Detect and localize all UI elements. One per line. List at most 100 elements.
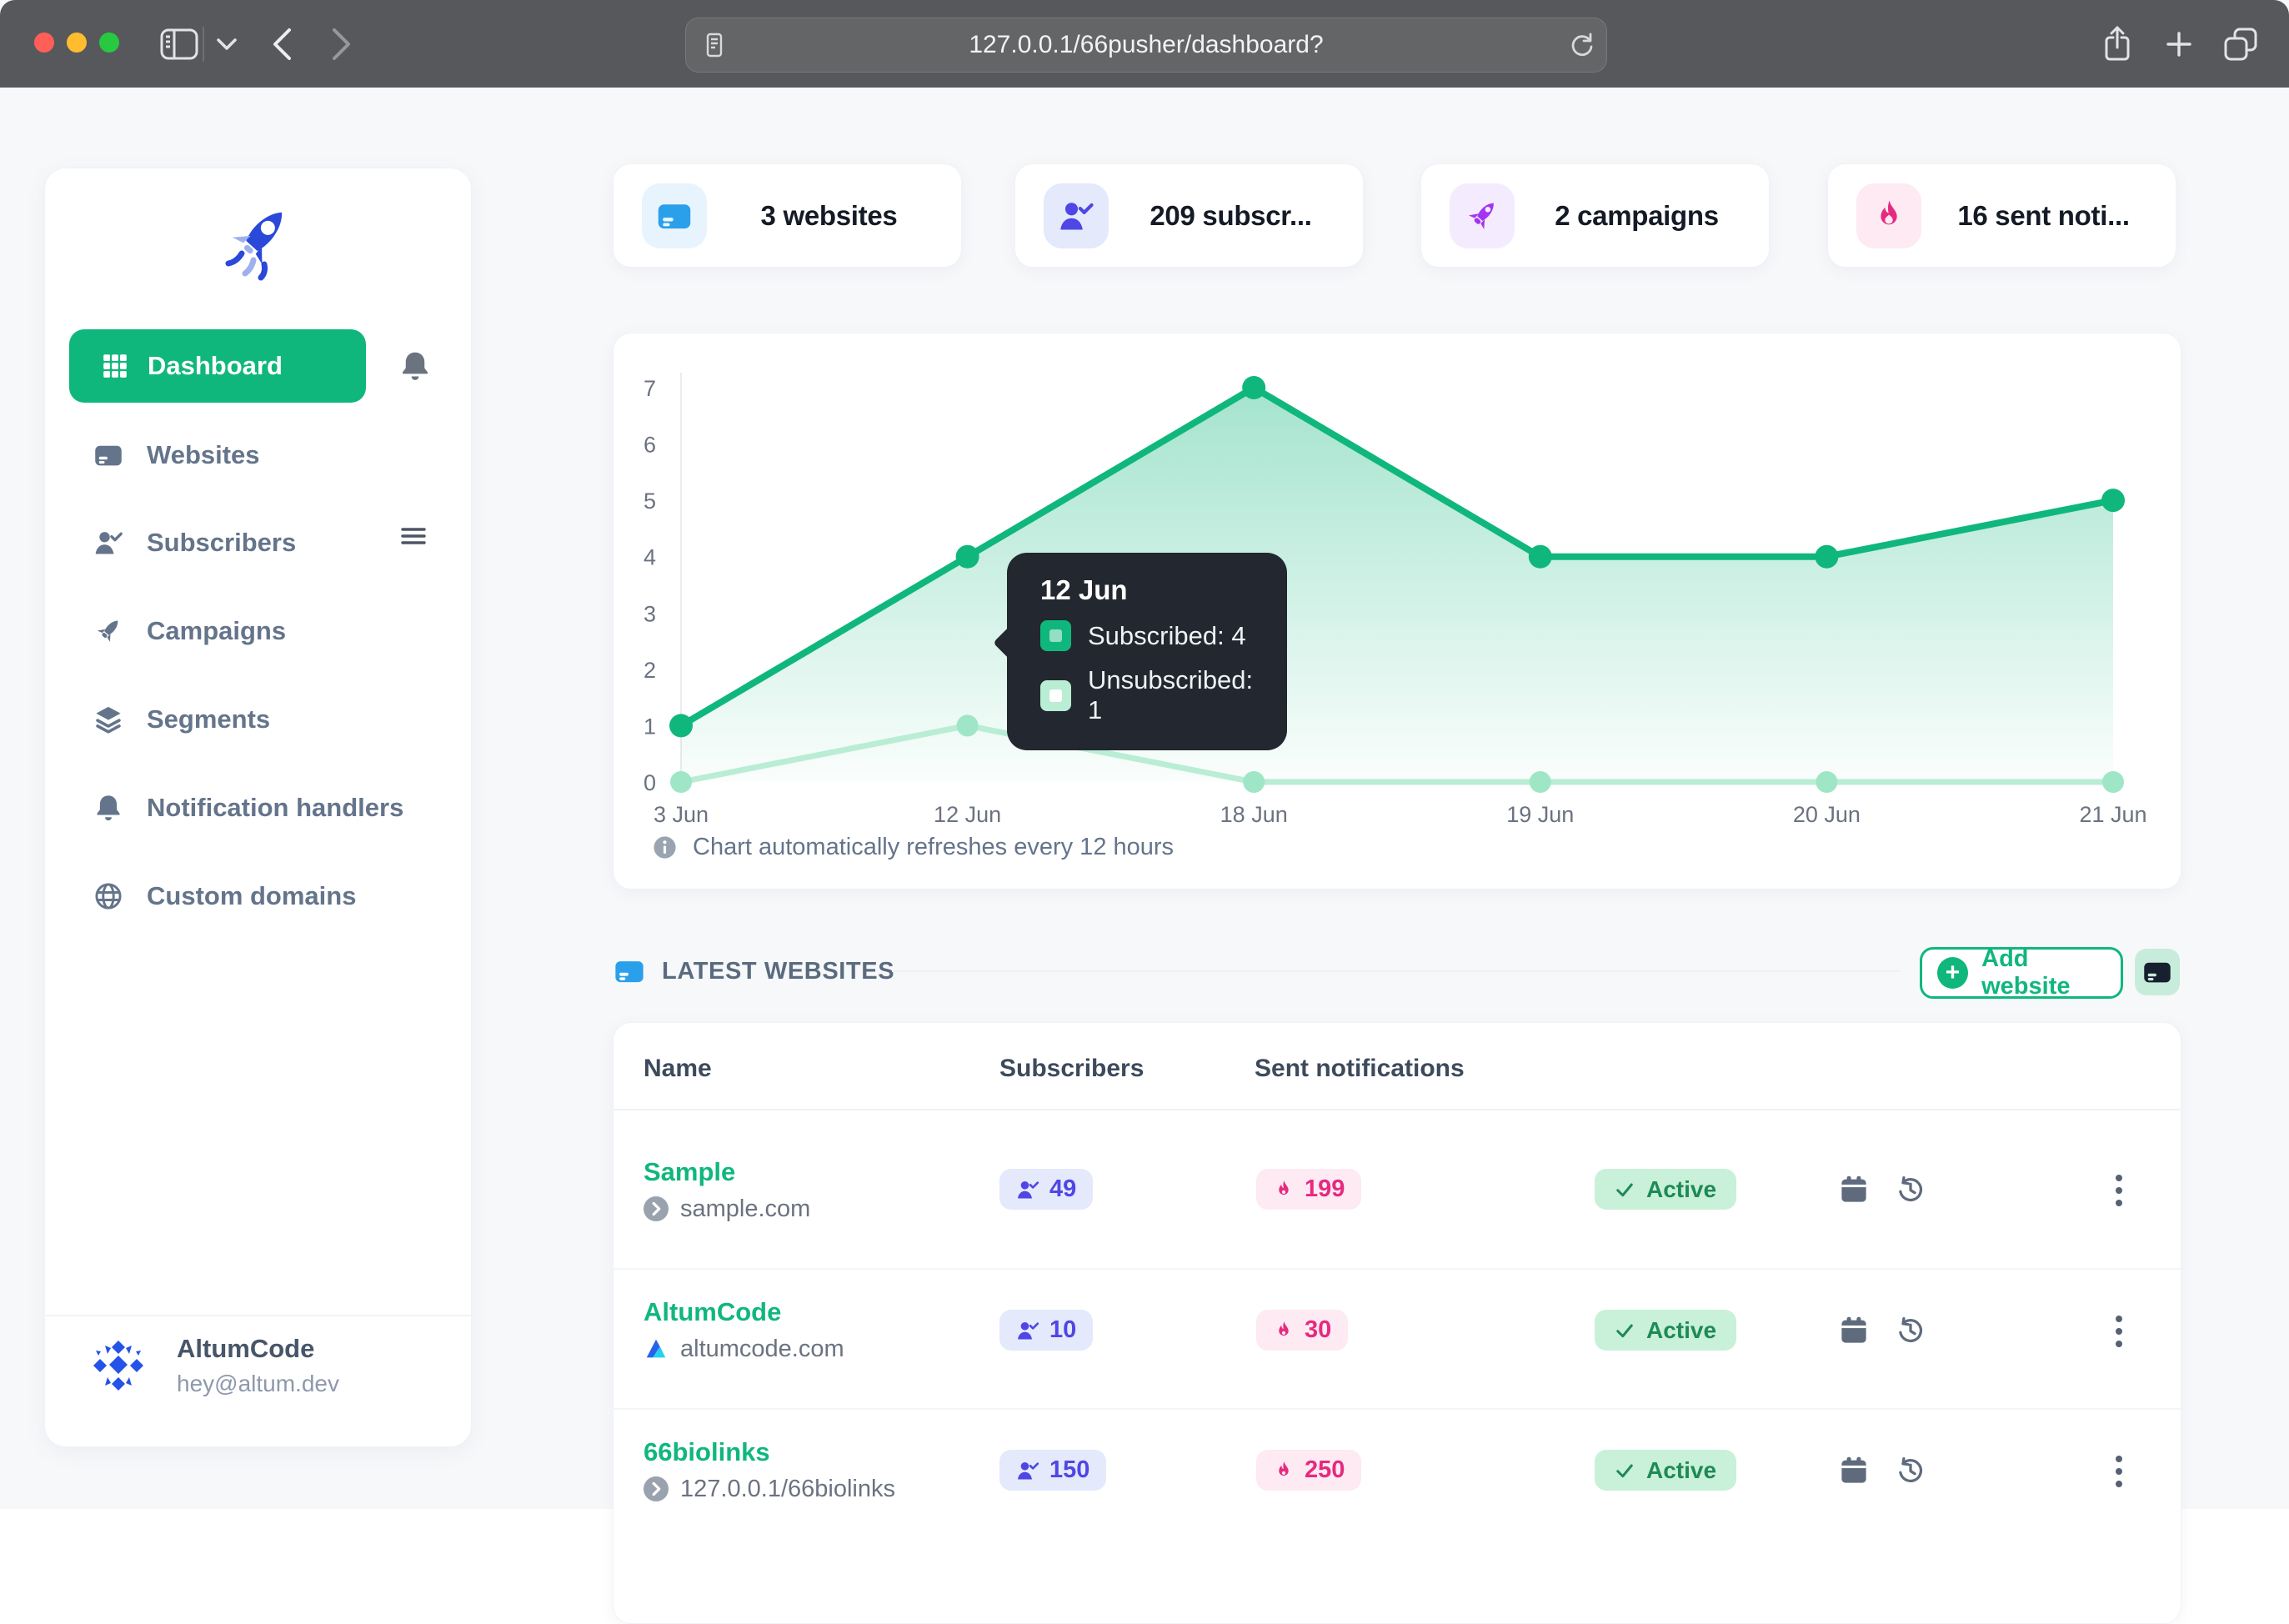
svg-text:3: 3 xyxy=(644,601,656,626)
app-window: 127.0.0.1/66pusher/dashboard? Dashboard … xyxy=(0,0,2289,1624)
person-check-icon xyxy=(1018,1321,1039,1339)
notifications-count-badge: 199 xyxy=(1256,1169,1362,1210)
subscribers-chart-card: 0 1 2 3 4 5 6 7 3 Jun 12 Jun 18 Jun 19 Jun 20 Jun 21 … xyxy=(613,333,2181,890)
address-bar[interactable]: 127.0.0.1/66pusher/dashboard? xyxy=(685,18,1607,73)
globe-icon xyxy=(93,881,123,911)
notifications-count-badge: 30 xyxy=(1256,1310,1349,1351)
subscribers-count-badge: 49 xyxy=(999,1169,1094,1210)
zoom-window-button[interactable] xyxy=(99,33,119,53)
subscribers-menu-icon[interactable] xyxy=(395,518,432,554)
sidebar-item-label: Segments xyxy=(147,704,271,734)
close-window-button[interactable] xyxy=(34,33,54,53)
app-logo xyxy=(45,202,471,282)
latest-websites-table: Name Subscribers Sent notifications Samp… xyxy=(613,1022,2181,1624)
stat-card-sent-notifications: 16 sent noti... xyxy=(1827,163,2176,268)
website-name-link[interactable]: 66biolinks xyxy=(644,1437,895,1467)
browser-card-icon xyxy=(642,183,707,248)
subscribed-swatch-icon xyxy=(1040,620,1071,651)
browser-card-icon xyxy=(2144,962,2171,983)
sidebar-item-label: Campaigns xyxy=(147,616,287,645)
website-domain: 127.0.0.1/66biolinks xyxy=(680,1476,895,1502)
subscribers-chart: 0 1 2 3 4 5 6 7 3 Jun 12 Jun 18 Jun 19 Jun 20 Jun 21 … xyxy=(644,373,2147,827)
chevron-circle-icon xyxy=(644,1196,669,1221)
share-icon[interactable] xyxy=(2094,0,2141,88)
sidebar-item-websites[interactable]: Websites xyxy=(93,430,443,480)
account-email: hey@altum.dev xyxy=(177,1371,339,1396)
sidebar-divider xyxy=(45,1315,471,1316)
reload-icon[interactable] xyxy=(1568,32,1595,58)
chevron-down-icon[interactable] xyxy=(210,0,243,88)
toolbar-separator xyxy=(203,27,204,62)
history-icon[interactable] xyxy=(1896,1316,1926,1346)
sidebar-item-custom-domains[interactable]: Custom domains xyxy=(93,871,443,921)
back-icon[interactable] xyxy=(260,0,303,88)
svg-text:6: 6 xyxy=(644,433,656,458)
notifications-count: 250 xyxy=(1305,1456,1345,1483)
status-label: Active xyxy=(1646,1316,1717,1343)
sidebar-item-label: Custom domains xyxy=(147,881,357,910)
calendar-icon[interactable] xyxy=(1839,1456,1869,1486)
flame-icon xyxy=(1279,1180,1289,1195)
browser-card-icon xyxy=(93,440,123,470)
sidebar-toggle-icon[interactable] xyxy=(158,0,200,88)
tooltip-unsubscribed-text: Unsubscribed: 1 xyxy=(1088,665,1254,724)
rocket-icon xyxy=(1450,183,1515,248)
calendar-icon[interactable] xyxy=(1839,1316,1869,1346)
status-badge: Active xyxy=(1595,1169,1737,1210)
person-check-icon xyxy=(1044,183,1109,248)
table-row: 66biolinks 127.0.0.1/66biolinks 150 250 … xyxy=(614,1408,2181,1608)
sidebar-item-notification-handlers[interactable]: Notification handlers xyxy=(93,783,443,833)
sidebar-item-label: Subscribers xyxy=(147,528,297,557)
row-menu-icon[interactable] xyxy=(2102,1453,2136,1490)
chart-refresh-note-text: Chart automatically refreshes every 12 h… xyxy=(693,834,1175,860)
history-icon[interactable] xyxy=(1896,1456,1926,1486)
add-website-button[interactable]: + Add website xyxy=(1920,945,2123,1000)
flame-icon xyxy=(1279,1461,1289,1476)
sidebar-item-segments[interactable]: Segments xyxy=(93,694,443,744)
browser-card-icon xyxy=(614,955,645,987)
svg-text:21 Jun: 21 Jun xyxy=(2079,802,2146,827)
notifications-bell-icon[interactable] xyxy=(395,346,435,386)
bell-icon xyxy=(93,793,123,823)
website-domain: sample.com xyxy=(680,1195,811,1222)
websites-list-button[interactable] xyxy=(2135,949,2180,995)
account-name: AltumCode xyxy=(177,1334,315,1363)
tab-overview-icon[interactable] xyxy=(2216,0,2266,88)
sidebar-item-campaigns[interactable]: Campaigns xyxy=(93,606,443,656)
minimize-window-button[interactable] xyxy=(67,33,87,53)
new-tab-icon[interactable] xyxy=(2156,0,2202,88)
sidebar-item-label: Notification handlers xyxy=(147,793,404,822)
row-menu-icon[interactable] xyxy=(2102,1172,2136,1209)
notifications-count: 30 xyxy=(1305,1316,1332,1343)
website-name-link[interactable]: AltumCode xyxy=(644,1297,844,1327)
sidebar-item-dashboard[interactable]: Dashboard xyxy=(69,329,366,403)
subscribers-count-badge: 150 xyxy=(999,1450,1107,1491)
forward-icon[interactable] xyxy=(320,0,363,88)
latest-websites-header: LATEST WEBSITES xyxy=(614,955,894,987)
info-icon xyxy=(652,835,678,860)
section-title: LATEST WEBSITES xyxy=(662,957,895,985)
section-divider xyxy=(892,970,1901,972)
stat-card-websites: 3 websites xyxy=(613,163,962,268)
browser-toolbar: 127.0.0.1/66pusher/dashboard? xyxy=(0,0,2289,88)
stat-label: 16 sent noti... xyxy=(1957,199,2130,231)
add-website-label: Add website xyxy=(1981,945,2071,1000)
status-badge: Active xyxy=(1595,1310,1737,1351)
history-icon[interactable] xyxy=(1896,1175,1926,1205)
sidebar: Dashboard Websites Subscribers Campaigns… xyxy=(44,168,472,1447)
reader-view-icon[interactable] xyxy=(701,32,728,58)
tooltip-subscribed-text: Subscribed: 4 xyxy=(1088,620,1246,650)
calendar-icon[interactable] xyxy=(1839,1175,1869,1205)
row-menu-icon[interactable] xyxy=(2102,1313,2136,1350)
svg-text:19 Jun: 19 Jun xyxy=(1506,802,1574,827)
website-name-link[interactable]: Sample xyxy=(644,1157,810,1187)
stat-label: 209 subscr... xyxy=(1150,199,1312,231)
account-info[interactable]: AltumCode hey@altum.dev xyxy=(88,1334,339,1397)
grid-icon xyxy=(101,352,129,380)
column-header-subscribers: Subscribers xyxy=(999,1055,1144,1082)
flame-icon xyxy=(1856,183,1921,248)
sidebar-item-subscribers[interactable]: Subscribers xyxy=(93,518,443,568)
subscribers-count: 150 xyxy=(1049,1456,1090,1483)
svg-text:5: 5 xyxy=(644,489,656,514)
check-icon xyxy=(1616,1324,1633,1337)
